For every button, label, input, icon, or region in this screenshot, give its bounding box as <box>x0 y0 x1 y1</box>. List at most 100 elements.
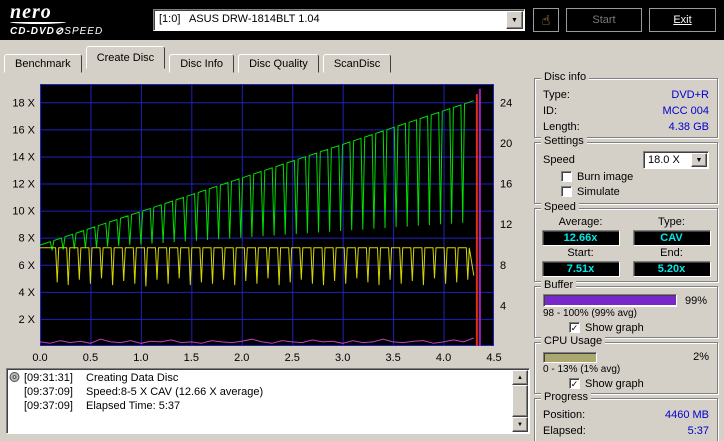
cpu-percent: 2% <box>693 351 709 363</box>
end-speed-display: 5.20x <box>632 261 711 277</box>
buffer-group: Buffer 99% 98 - 100% (99% avg) ✓ Show gr… <box>534 279 718 338</box>
speed-select-value: 18.0 X <box>648 154 680 166</box>
position-value: 4460 MB <box>664 409 709 421</box>
app-window: { "titlebar": { "logo_line1": "nero", "l… <box>0 0 724 441</box>
buffer-range: 98 - 100% (99% avg) <box>543 308 637 319</box>
start-label: Start: <box>567 247 594 259</box>
cpu-graph-swatch <box>543 351 597 363</box>
speed-group: Speed Average: Type: 12.66x CAV Start: E… <box>534 201 718 282</box>
svg-text:24: 24 <box>500 97 512 109</box>
burn-image-label: Burn image <box>577 170 634 183</box>
svg-text:16 X: 16 X <box>12 124 35 136</box>
tab-create-disc[interactable]: Create Disc <box>85 46 166 69</box>
checkbox-icon <box>561 171 572 182</box>
svg-text:4 X: 4 X <box>18 287 35 299</box>
simulate-label: Simulate <box>577 185 620 198</box>
svg-text:1.5: 1.5 <box>184 352 199 364</box>
buffer-show-graph-checkbox[interactable]: ✓ Show graph <box>569 320 717 335</box>
end-label: End: <box>660 247 683 259</box>
speed-chart: 2 X 4 X 6 X 8 X 10 X 12 X 14 X 16 X 18 X 4 8 12 16 20… <box>6 72 530 366</box>
speed-select[interactable]: 18.0 X ▼ <box>643 151 709 169</box>
group-title: Buffer <box>541 279 577 291</box>
start-button[interactable]: Start <box>566 8 642 32</box>
disc-id-row: ID: MCC 004 <box>543 105 709 117</box>
start-speed-display: 7.51x <box>541 261 620 277</box>
cpu-range: 0 - 13% (1% avg) <box>543 364 621 375</box>
scroll-up-icon[interactable]: ▲ <box>512 370 528 385</box>
elapsed-row: Elapsed: 5:37 <box>543 425 709 437</box>
svg-text:4: 4 <box>500 300 506 312</box>
burn-image-checkbox[interactable]: Burn image <box>561 169 717 184</box>
checkbox-checked-icon: ✓ <box>569 378 580 389</box>
disc-type-value: DVD+R <box>671 89 709 101</box>
svg-text:8 X: 8 X <box>18 233 35 245</box>
log-row: [09:37:09] Speed:8-5 X CAV (12.66 X aver… <box>9 385 511 399</box>
svg-text:3.0: 3.0 <box>335 352 350 364</box>
buffer-level-bar <box>543 294 677 307</box>
svg-text:14 X: 14 X <box>12 151 35 163</box>
exit-button[interactable]: Exit <box>649 8 716 32</box>
tab-benchmark[interactable]: Benchmark <box>4 54 82 73</box>
svg-text:4.0: 4.0 <box>436 352 451 364</box>
speed-chart-canvas: 2 X 4 X 6 X 8 X 10 X 12 X 14 X 16 X 18 X 4 8 12 16 20… <box>12 84 512 364</box>
group-title: Progress <box>541 391 592 403</box>
log-row: [09:31:31] Creating Data Disc <box>9 371 511 385</box>
scroll-down-icon[interactable]: ▼ <box>512 417 528 432</box>
tab-disc-info[interactable]: Disc Info <box>169 54 235 73</box>
position-row: Position: 4460 MB <box>543 409 709 421</box>
checkbox-checked-icon: ✓ <box>569 322 580 333</box>
svg-text:16: 16 <box>500 179 512 191</box>
group-title: CPU Usage <box>541 335 606 347</box>
scroll-thumb[interactable] <box>512 385 528 417</box>
svg-text:12: 12 <box>500 219 512 231</box>
log-text: Elapsed Time: 5:37 <box>86 400 181 412</box>
drive-select[interactable]: [1:0] ASUS DRW-1814BLT 1.04 ▼ <box>153 9 525 31</box>
buffer-percent: 99% <box>685 294 708 307</box>
eject-tools-button[interactable]: ☝ <box>533 8 559 32</box>
show-graph-label: Show graph <box>585 321 644 334</box>
log-time: [09:37:09] <box>24 386 73 398</box>
speed-type-display: CAV <box>632 230 711 246</box>
settings-group: Settings Speed 18.0 X ▼ Burn image Simul… <box>534 135 718 204</box>
drive-select-arrow-icon[interactable]: ▼ <box>506 11 523 29</box>
nero-logo: nero CD-DVD⊘SPEED <box>10 1 103 37</box>
svg-text:10 X: 10 X <box>12 206 35 218</box>
log-panel: [09:31:31] Creating Data Disc [09:37:09]… <box>6 368 530 434</box>
log-text: Speed:8-5 X CAV (12.66 X average) <box>86 386 264 398</box>
svg-text:2.5: 2.5 <box>285 352 300 364</box>
hand-icon: ☝ <box>541 12 551 28</box>
title-bar: nero CD-DVD⊘SPEED [1:0] ASUS DRW-1814BLT… <box>0 0 724 40</box>
disc-id-value: MCC 004 <box>662 105 709 117</box>
disc-icon-logo: ⊘ <box>54 26 65 37</box>
cpu-show-graph-checkbox[interactable]: ✓ Show graph <box>569 376 717 391</box>
tab-scandisc[interactable]: ScanDisc <box>322 54 392 73</box>
log-time: [09:31:31] <box>24 372 73 384</box>
group-title: Settings <box>541 135 587 147</box>
type-label: Type: <box>658 216 685 228</box>
progress-group: Progress Position: 4460 MB Elapsed: 5:37 <box>534 391 718 441</box>
svg-text:12 X: 12 X <box>12 179 35 191</box>
svg-text:20: 20 <box>500 138 512 150</box>
disc-write-icon <box>9 371 24 385</box>
cd-dvd-speed-logo: CD-DVD⊘SPEED <box>10 26 104 37</box>
disc-info-group: Disc info Type: DVD+R ID: MCC 004 Length: 4… <box>534 71 718 138</box>
simulate-checkbox[interactable]: Simulate <box>561 184 717 199</box>
svg-text:3.5: 3.5 <box>385 352 400 364</box>
svg-text:2.0: 2.0 <box>234 352 249 364</box>
svg-text:8: 8 <box>500 260 506 272</box>
log-scrollbar[interactable]: ▲ ▼ <box>512 370 528 432</box>
log-text: Creating Data Disc <box>86 372 179 384</box>
svg-text:2 X: 2 X <box>18 314 35 326</box>
disc-type-row: Type: DVD+R <box>543 89 709 101</box>
tab-disc-quality[interactable]: Disc Quality <box>238 54 319 73</box>
elapsed-value: 5:37 <box>687 425 709 437</box>
group-title: Disc info <box>541 71 590 83</box>
log-time: [09:37:09] <box>24 400 73 412</box>
svg-text:0.0: 0.0 <box>32 352 47 364</box>
svg-text:6 X: 6 X <box>18 260 35 272</box>
average-speed-display: 12.66x <box>541 230 620 246</box>
speed-select-arrow-icon[interactable]: ▼ <box>691 153 707 167</box>
checkbox-icon <box>561 186 572 197</box>
group-title: Speed <box>541 201 579 213</box>
buffer-bar-fill <box>545 296 676 305</box>
